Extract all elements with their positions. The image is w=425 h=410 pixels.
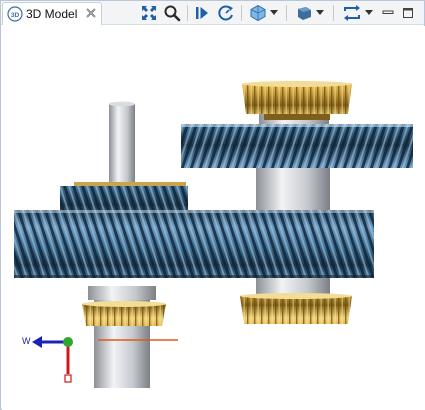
gold-gear-bottom-left — [82, 301, 166, 326]
axis-y-marker — [63, 337, 73, 347]
orientation-dropdown[interactable] — [338, 3, 376, 23]
zoom-icon — [163, 4, 181, 22]
chevron-down-icon — [364, 10, 373, 16]
shading-dropdown[interactable] — [291, 3, 327, 23]
chevron-down-icon — [269, 10, 278, 16]
minimize-icon — [382, 7, 394, 19]
rotate-icon — [217, 4, 235, 22]
svg-text:3D: 3D — [11, 12, 20, 19]
toolbar-separator — [187, 5, 188, 21]
tab-label: 3D Model — [26, 7, 78, 21]
toolbar-separator — [241, 5, 242, 21]
play-icon — [193, 4, 211, 22]
toolbar-separator — [333, 5, 334, 21]
display-style-dropdown[interactable] — [246, 3, 280, 23]
orientation-icon — [342, 4, 362, 22]
minimize-button[interactable] — [381, 3, 395, 23]
chevron-down-icon — [315, 10, 324, 16]
play-button[interactable] — [192, 3, 212, 23]
3d-model-view: 3D 3D Model W — [0, 0, 425, 410]
blue-pinion-left — [60, 182, 188, 214]
fit-to-view-icon — [140, 4, 158, 22]
3d-viewport[interactable]: W — [2, 26, 425, 410]
axis-x-label: W — [22, 336, 31, 346]
axis-triad: W — [22, 336, 73, 383]
view-tabbar: 3D 3D Model — [1, 1, 424, 25]
blue-helical-gear-lower — [14, 210, 374, 278]
zoom-button[interactable] — [162, 3, 182, 23]
axis-x-arrow — [32, 336, 42, 348]
fit-to-view-button[interactable] — [139, 3, 159, 23]
maximize-icon — [402, 7, 414, 19]
gold-gear-top-right — [242, 81, 352, 120]
toolbar-separator — [286, 5, 287, 21]
maximize-button[interactable] — [401, 3, 415, 23]
axis-z-cube — [64, 374, 72, 383]
gold-gear-bottom-right — [240, 293, 352, 324]
close-icon[interactable] — [85, 7, 97, 19]
blue-helical-gear-upper-right — [181, 124, 413, 168]
rotate-button[interactable] — [216, 3, 236, 23]
3d-model-icon: 3D — [7, 6, 23, 22]
shading-icon — [295, 4, 313, 22]
display-style-icon — [249, 4, 267, 22]
tab-3d-model[interactable]: 3D 3D Model — [2, 2, 102, 25]
